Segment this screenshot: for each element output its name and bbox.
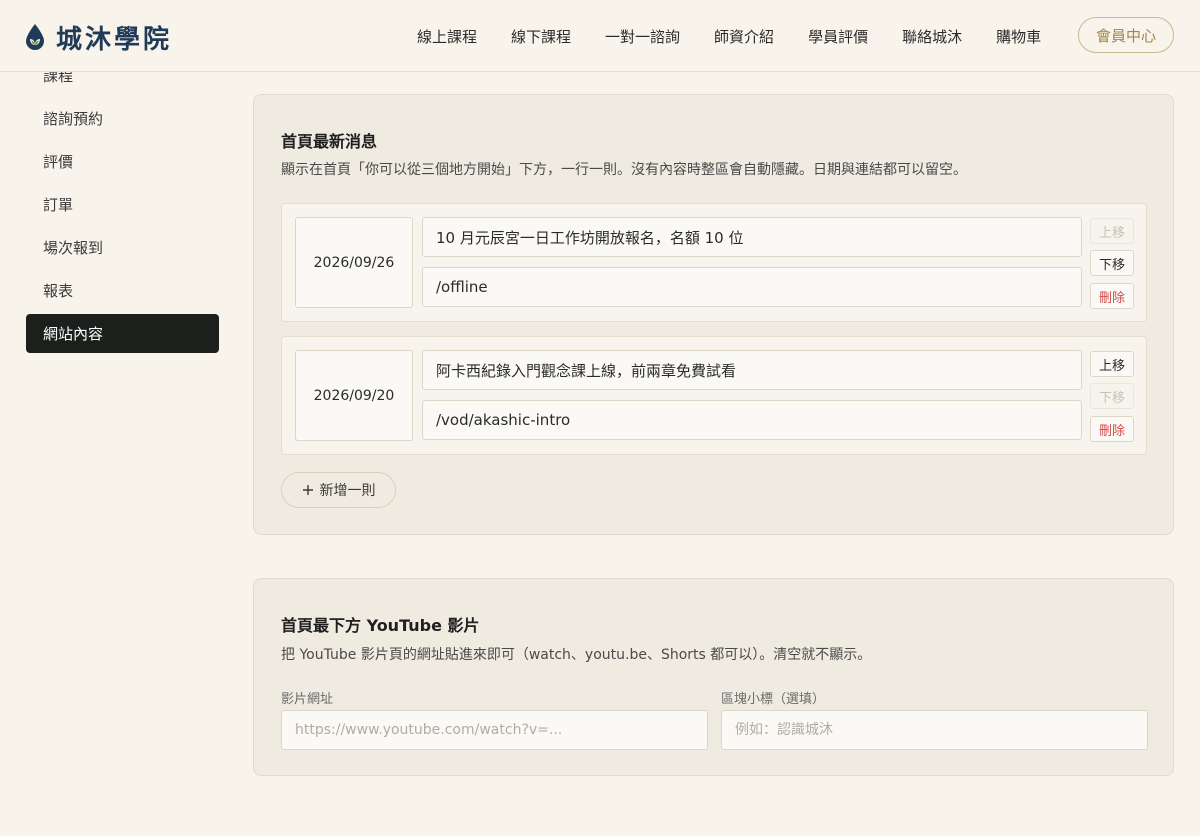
news-link-field[interactable]: /offline [422, 267, 1082, 307]
admin-sidebar: 課程 諮詢預約 評價 訂單 場次報到 報表 網站內容 [26, 56, 219, 357]
sidebar-item-reports[interactable]: 報表 [26, 271, 219, 310]
main-nav: 線上課程 線下課程 一對一諮詢 師資介紹 學員評價 聯絡城沐 購物車 [400, 0, 1058, 72]
news-item: 2026/09/26 10 月元辰宮一日工作坊開放報名，名額 10 位 /off… [281, 203, 1147, 322]
youtube-title: 首頁最下方 YouTube 影片 [281, 616, 480, 635]
nav-offline-courses[interactable]: 線下課程 [494, 26, 588, 47]
brand-logo-link[interactable]: 城沐學院 [24, 20, 173, 55]
move-down-button[interactable]: 下移 [1090, 383, 1134, 409]
news-link-field[interactable]: /vod/akashic-intro [422, 400, 1082, 440]
sidebar-item-reviews[interactable]: 評價 [26, 142, 219, 181]
nav-online-courses[interactable]: 線上課程 [400, 26, 494, 47]
news-card: 首頁最新消息 顯示在首頁「你可以從三個地方開始」下方，一行一則。沒有內容時整區會… [253, 94, 1174, 535]
news-date-field[interactable]: 2026/09/20 [295, 350, 413, 441]
sidebar-item-site-content[interactable]: 網站內容 [26, 314, 219, 353]
nav-cart[interactable]: 購物車 [979, 26, 1058, 47]
nav-reviews[interactable]: 學員評價 [791, 26, 885, 47]
water-drop-leaf-icon [26, 24, 44, 50]
video-url-label: 影片網址 [281, 692, 334, 707]
youtube-card: 首頁最下方 YouTube 影片 把 YouTube 影片頁的網址貼進來即可（w… [253, 578, 1174, 776]
block-subtitle-label: 區塊小標（選填） [721, 692, 826, 707]
youtube-description: 把 YouTube 影片頁的網址貼進來即可（watch、youtu.be、Sho… [281, 647, 872, 663]
nav-teachers[interactable]: 師資介紹 [697, 26, 791, 47]
sidebar-item-checkin[interactable]: 場次報到 [26, 228, 219, 267]
top-navigation-bar: 城沐學院 線上課程 線下課程 一對一諮詢 師資介紹 學員評價 聯絡城沐 購物車 … [0, 0, 1200, 72]
brand-name: 城沐學院 [56, 24, 173, 55]
move-up-button[interactable]: 上移 [1090, 351, 1134, 377]
move-up-button[interactable]: 上移 [1090, 218, 1134, 244]
delete-button[interactable]: 刪除 [1090, 283, 1134, 309]
video-url-input[interactable] [281, 710, 708, 750]
delete-button[interactable]: 刪除 [1090, 416, 1134, 442]
news-text-field[interactable]: 10 月元辰宮一日工作坊開放報名，名額 10 位 [422, 217, 1082, 257]
news-item: 2026/09/20 阿卡西紀錄入門觀念課上線，前兩章免費試看 /vod/aka… [281, 336, 1147, 455]
block-subtitle-input[interactable] [721, 710, 1148, 750]
member-center-button[interactable]: 會員中心 [1078, 17, 1174, 53]
sidebar-item-consult-booking[interactable]: 諮詢預約 [26, 99, 219, 138]
nav-one-on-one[interactable]: 一對一諮詢 [588, 26, 697, 47]
news-text-field[interactable]: 阿卡西紀錄入門觀念課上線，前兩章免費試看 [422, 350, 1082, 390]
sidebar-item-orders[interactable]: 訂單 [26, 185, 219, 224]
news-date-field[interactable]: 2026/09/26 [295, 217, 413, 308]
add-news-button[interactable]: 新增一則 [281, 472, 396, 508]
move-down-button[interactable]: 下移 [1090, 250, 1134, 276]
nav-contact[interactable]: 聯絡城沐 [885, 26, 979, 47]
news-title: 首頁最新消息 [281, 132, 378, 151]
plus-icon [302, 485, 313, 495]
add-news-label: 新增一則 [319, 483, 376, 499]
news-description: 顯示在首頁「你可以從三個地方開始」下方，一行一則。沒有內容時整區會自動隱藏。日期… [281, 162, 967, 178]
